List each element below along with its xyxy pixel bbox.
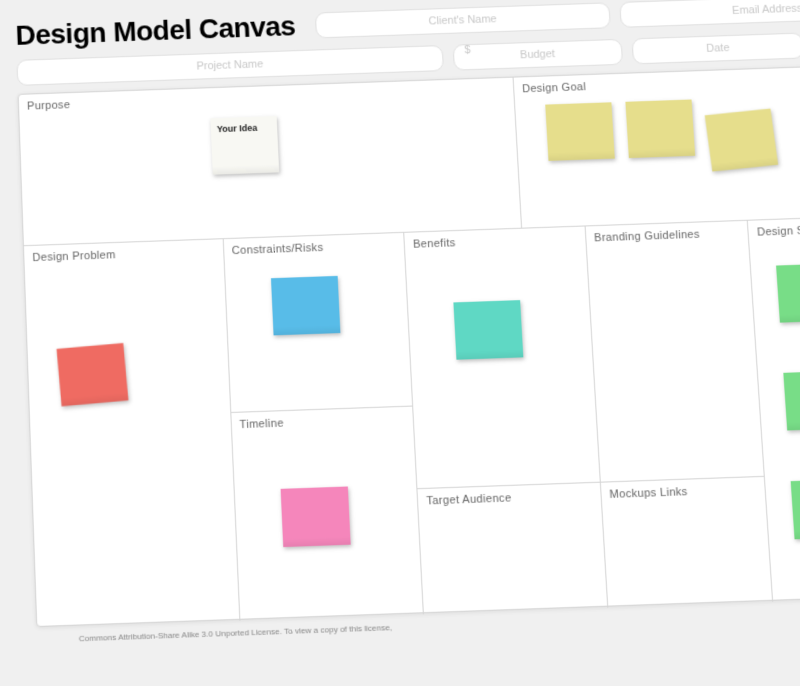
label-constraints: Constraints/Risks <box>223 235 332 263</box>
budget-prefix: $ <box>452 44 471 57</box>
sticky-your-idea-label: Your Idea <box>217 123 258 134</box>
sticky-solution-1[interactable] <box>776 263 800 322</box>
cell-design-problem[interactable]: Design Problem <box>24 239 240 628</box>
email-field[interactable]: Email Address <box>619 0 800 28</box>
cell-branding[interactable]: Branding Guidelines <box>585 221 765 483</box>
cell-target-audience[interactable]: Target Audience <box>418 483 608 615</box>
label-branding: Branding Guidelines <box>585 222 708 251</box>
canvas-title: Design Model Canvas <box>15 10 296 52</box>
label-design-problem: Design Problem <box>24 243 124 271</box>
budget-field-group[interactable]: $ Budget <box>452 39 623 71</box>
label-design-goal: Design Goal <box>513 75 594 102</box>
sticky-timeline[interactable] <box>280 486 350 547</box>
sticky-your-idea[interactable]: Your Idea <box>210 116 279 175</box>
client-name-field[interactable]: Client's Name <box>315 2 611 38</box>
sticky-benefits[interactable] <box>454 300 524 360</box>
cell-constraints[interactable]: Constraints/Risks <box>223 233 413 413</box>
sticky-solution-2[interactable] <box>784 370 800 430</box>
cell-purpose[interactable]: Purpose Your Idea <box>19 78 522 247</box>
sticky-goal-1[interactable] <box>545 102 615 161</box>
sticky-constraints[interactable] <box>271 276 340 336</box>
cell-timeline[interactable]: Timeline <box>231 407 424 621</box>
canvas-container: Design Model Canvas Client's Name Email … <box>15 0 800 686</box>
sticky-goal-2[interactable] <box>625 99 695 158</box>
label-timeline: Timeline <box>231 411 293 438</box>
label-benefits: Benefits <box>404 231 464 257</box>
label-purpose: Purpose <box>19 93 79 119</box>
cell-mockups[interactable]: Mockups Links <box>601 477 774 608</box>
label-design-solution: Design Solution <box>748 217 800 245</box>
cell-benefits[interactable]: Benefits <box>404 226 600 489</box>
canvas-grid: Purpose Your Idea Design Goal Design Pro… <box>18 62 800 627</box>
sticky-solution-3[interactable] <box>791 479 800 540</box>
sticky-problem[interactable] <box>57 343 129 406</box>
label-target-audience: Target Audience <box>418 486 521 515</box>
label-mockups: Mockups Links <box>601 479 697 507</box>
cell-design-goal[interactable]: Design Goal <box>513 63 800 228</box>
footer-license: Commons Attribution-Share Alike 3.0 Unpo… <box>79 623 393 644</box>
date-field[interactable]: Date <box>631 32 800 64</box>
sticky-goal-3[interactable] <box>705 109 778 172</box>
budget-field[interactable]: Budget <box>452 39 623 71</box>
project-name-field[interactable]: Project Name <box>16 45 443 86</box>
